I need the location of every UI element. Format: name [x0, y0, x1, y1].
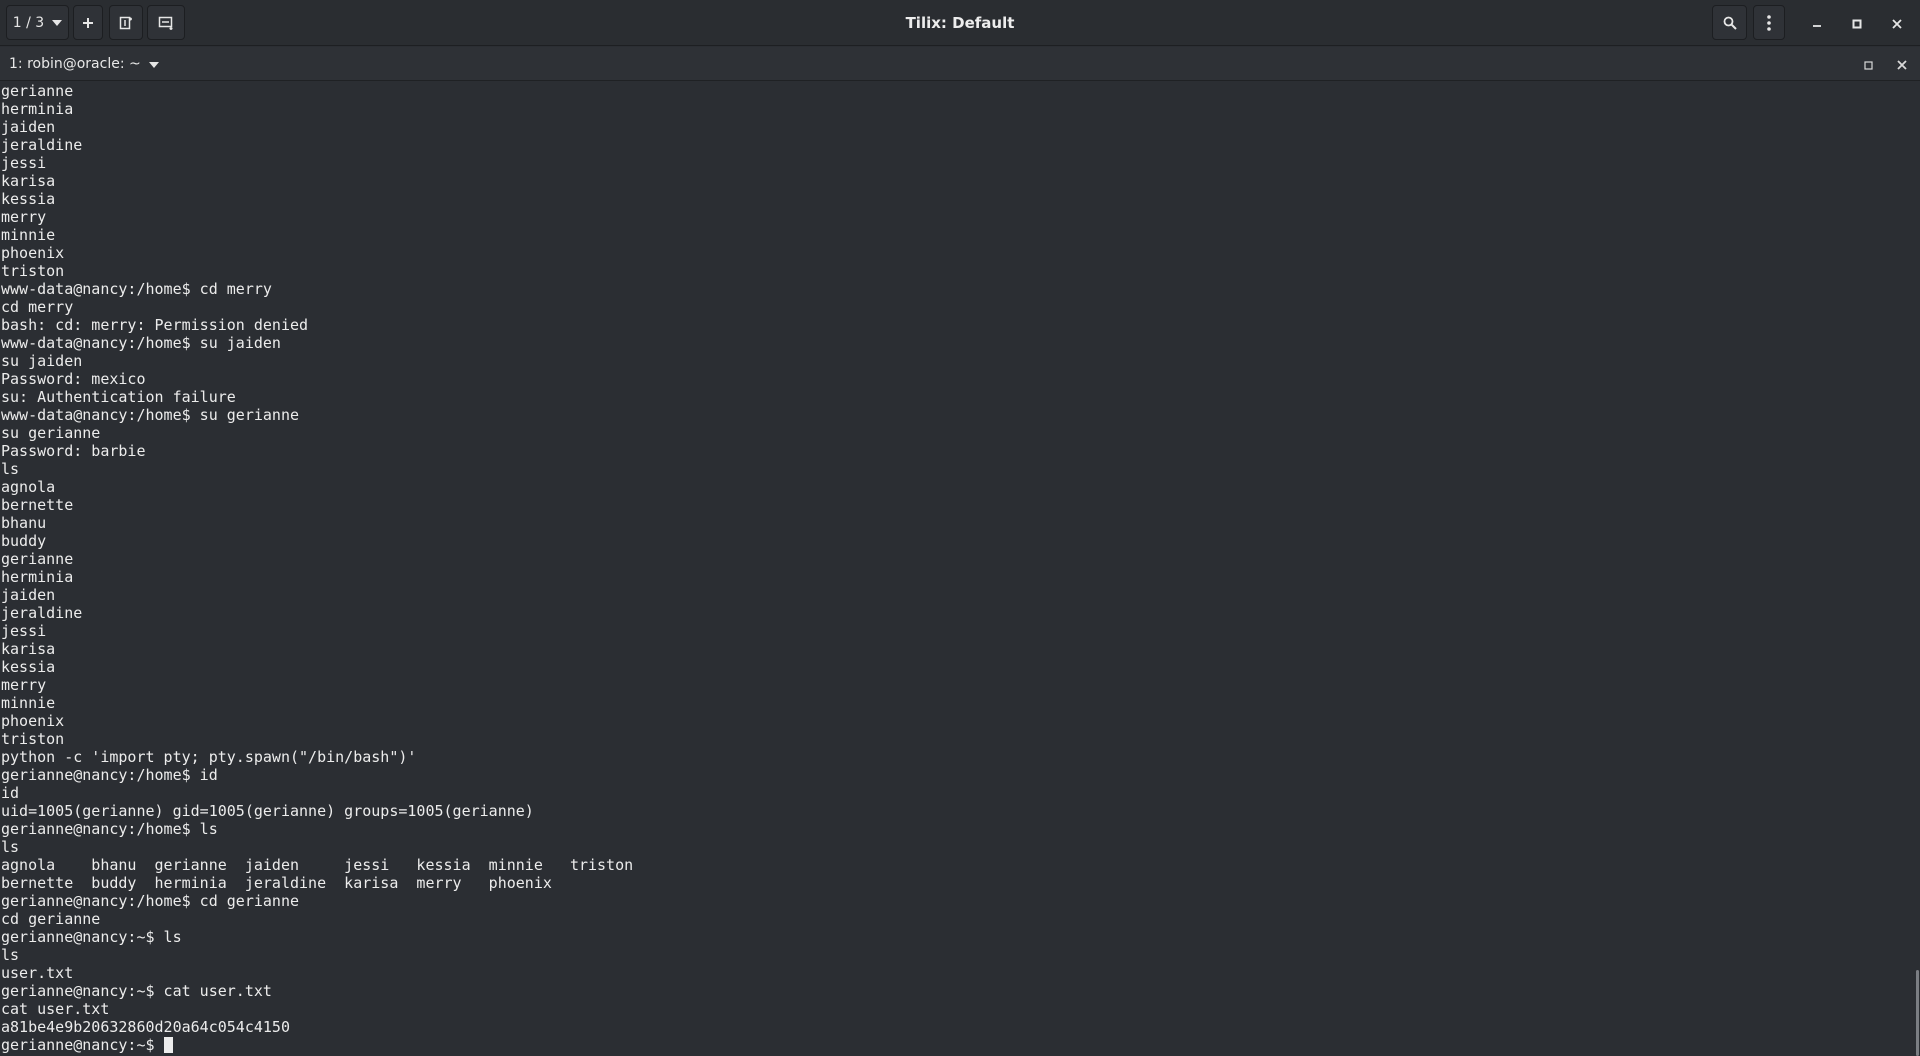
terminal-line: karisa	[1, 172, 56, 190]
terminal-title-label: 1: robin@oracle: ~	[9, 56, 141, 72]
terminal-line: herminia	[1, 568, 74, 586]
maximize-icon	[1852, 14, 1862, 33]
session-switcher-button[interactable]: 1 / 3	[6, 5, 69, 40]
plus-icon	[82, 17, 94, 29]
terminal-line: su: Authentication failure	[1, 388, 236, 406]
terminal-line: minnie	[1, 226, 56, 244]
terminal-line: karisa	[1, 640, 56, 658]
terminal-line: Password: mexico	[1, 370, 146, 388]
terminal-close-button[interactable]	[1892, 54, 1912, 74]
terminal-line: phoenix	[1, 244, 65, 262]
terminal-line: jessi	[1, 622, 47, 640]
terminal-line: ls	[1, 946, 20, 964]
terminal-line: merry	[1, 676, 47, 694]
terminal-line: www-data@nancy:/home$ su jaiden	[1, 334, 281, 352]
terminal-line: agnola bhanu gerianne jaiden jessi kessi…	[1, 856, 634, 874]
terminal-prompt-line: gerianne@nancy:~$	[1, 1036, 173, 1054]
terminal-line: bash: cd: merry: Permission denied	[1, 316, 309, 334]
window-title: Tilix: Default	[905, 14, 1015, 32]
terminal-line: jessi	[1, 154, 47, 172]
terminal-lines: gerianne herminia jaiden jeraldine jessi kari…	[1, 82, 633, 1036]
add-terminal-right-button[interactable]	[109, 5, 143, 40]
terminal-line: jeraldine	[1, 604, 83, 622]
terminal-line: ls	[1, 460, 20, 478]
terminal-line: agnola	[1, 478, 56, 496]
terminal-line: jeraldine	[1, 136, 83, 154]
terminal-line: triston	[1, 730, 65, 748]
terminal-line: gerianne@nancy:/home$ ls	[1, 820, 218, 838]
terminal-line: a81be4e9b20632860d20a64c054c4150	[1, 1018, 290, 1036]
terminal-line: cd gerianne	[1, 910, 101, 928]
terminal-maximize-button[interactable]	[1858, 54, 1878, 74]
terminal-output[interactable]: gerianne herminia jaiden jeraldine jessi kari…	[0, 82, 1920, 1056]
terminal-line: gerianne	[1, 82, 74, 100]
minimize-icon	[1812, 14, 1822, 33]
search-icon	[1723, 16, 1737, 30]
terminal-line: jaiden	[1, 586, 56, 604]
close-button[interactable]	[1882, 8, 1912, 38]
terminal-line: Password: barbie	[1, 442, 146, 460]
close-icon	[1892, 14, 1902, 33]
add-session-button[interactable]	[73, 5, 103, 40]
chevron-down-icon	[52, 19, 63, 26]
terminal-line: ls	[1, 838, 20, 856]
text-cursor	[163, 1037, 173, 1053]
terminal-scrollbar[interactable]	[1914, 82, 1920, 1056]
terminal-line: kessia	[1, 658, 56, 676]
terminal-line: uid=1005(gerianne) gid=1005(gerianne) gr…	[1, 802, 534, 820]
maximize-button[interactable]	[1842, 8, 1872, 38]
split-right-icon	[119, 16, 133, 30]
close-icon	[1897, 55, 1907, 74]
terminal-line: python -c 'import pty; pty.spawn("/bin/b…	[1, 748, 417, 766]
terminal-line: kessia	[1, 190, 56, 208]
terminal-line: user.txt	[1, 964, 74, 982]
chevron-down-icon	[148, 56, 159, 72]
terminal-line: jaiden	[1, 118, 56, 136]
terminal-line: id	[1, 784, 20, 802]
minimize-button[interactable]	[1802, 8, 1832, 38]
terminal-title-button[interactable]: 1: robin@oracle: ~	[9, 47, 159, 81]
maximize-icon	[1863, 55, 1873, 74]
terminal-line: gerianne@nancy:~$ ls	[1, 928, 182, 946]
terminal-line: cat user.txt	[1, 1000, 110, 1018]
session-switcher-label: 1 / 3	[12, 14, 45, 31]
terminal-line: www-data@nancy:/home$ cd merry	[1, 280, 272, 298]
terminal-line: gerianne@nancy:/home$ cd gerianne	[1, 892, 300, 910]
terminal-line: buddy	[1, 532, 47, 550]
terminal-line: bernette	[1, 496, 74, 514]
terminal-line: bernette buddy herminia jeraldine karisa…	[1, 874, 552, 892]
menu-button[interactable]	[1753, 5, 1785, 40]
terminal-line: herminia	[1, 100, 74, 118]
terminal-line: gerianne@nancy:/home$ id	[1, 766, 218, 784]
add-terminal-down-button[interactable]	[147, 5, 185, 40]
title-bar: 1 / 3 Tilix: Default	[0, 0, 1920, 46]
terminal-line: su gerianne	[1, 424, 101, 442]
terminal-line: gerianne	[1, 550, 74, 568]
terminal-line: bhanu	[1, 514, 47, 532]
terminal-prompt: gerianne@nancy:~$	[1, 1036, 164, 1054]
terminal-line: cd merry	[1, 298, 74, 316]
terminal-line: gerianne@nancy:~$ cat user.txt	[1, 982, 272, 1000]
terminal-line: minnie	[1, 694, 56, 712]
scrollbar-thumb[interactable]	[1916, 970, 1919, 1056]
terminal-title-bar: 1: robin@oracle: ~	[0, 47, 1920, 81]
split-down-icon	[158, 16, 174, 30]
search-button[interactable]	[1712, 5, 1747, 40]
kebab-menu-icon	[1767, 14, 1771, 31]
terminal-line: su jaiden	[1, 352, 83, 370]
terminal-line: merry	[1, 208, 47, 226]
terminal-line: phoenix	[1, 712, 65, 730]
terminal-line: triston	[1, 262, 65, 280]
terminal-line: www-data@nancy:/home$ su gerianne	[1, 406, 300, 424]
